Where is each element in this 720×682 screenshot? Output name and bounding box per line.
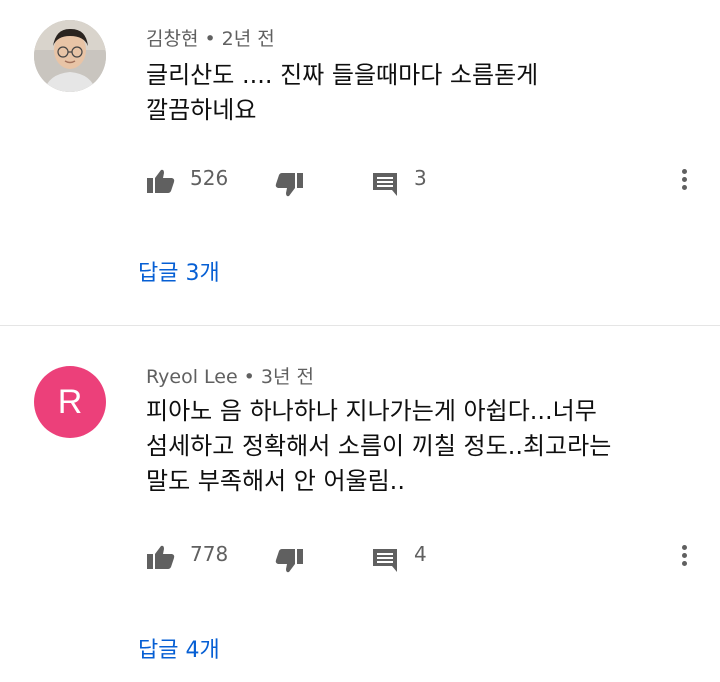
comment-text: 글리산도 .... 진짜 들을때마다 소름돋게 깔끔하네요 (146, 61, 539, 124)
reply-count: 3 (414, 166, 427, 190)
comment-icon[interactable] (372, 172, 398, 200)
comment-divider (0, 325, 720, 326)
comment-icon[interactable] (372, 548, 398, 576)
thumbs-up-icon[interactable] (146, 168, 176, 198)
author-name[interactable]: Ryeol Lee (146, 366, 238, 388)
comment-meta: 김창현 • 2년 전 (146, 24, 275, 51)
avatar-photo-image (34, 20, 106, 92)
meta-separator: • (243, 366, 255, 388)
meta-separator: • (204, 28, 216, 50)
author-name[interactable]: 김창현 (146, 28, 198, 50)
thumbs-down-icon[interactable] (274, 172, 304, 202)
thumbs-down-icon[interactable] (274, 548, 304, 578)
comment-meta: Ryeol Lee • 3년 전 (146, 362, 314, 389)
avatar[interactable]: R (34, 366, 106, 438)
comment-time[interactable]: 3년 전 (261, 366, 314, 388)
like-count: 778 (190, 542, 229, 566)
comment-text: 피아노 음 하나하나 지나가는게 아쉽다...너무 섬세하고 정확해서 소름이 … (146, 397, 612, 495)
like-count: 526 (190, 166, 229, 190)
comment-actions: 778 4 (146, 538, 706, 578)
more-vertical-icon[interactable] (674, 542, 694, 572)
avatar[interactable] (34, 20, 106, 92)
thumbs-up-icon[interactable] (146, 544, 176, 574)
comment-actions: 526 3 (146, 162, 706, 202)
more-vertical-icon[interactable] (674, 166, 694, 196)
replies-button[interactable]: 답글 3개 (138, 255, 220, 287)
avatar-letter: R (57, 383, 83, 421)
comment-time[interactable]: 2년 전 (222, 28, 275, 50)
reply-count: 4 (414, 542, 427, 566)
replies-button[interactable]: 답글 4개 (138, 632, 220, 664)
